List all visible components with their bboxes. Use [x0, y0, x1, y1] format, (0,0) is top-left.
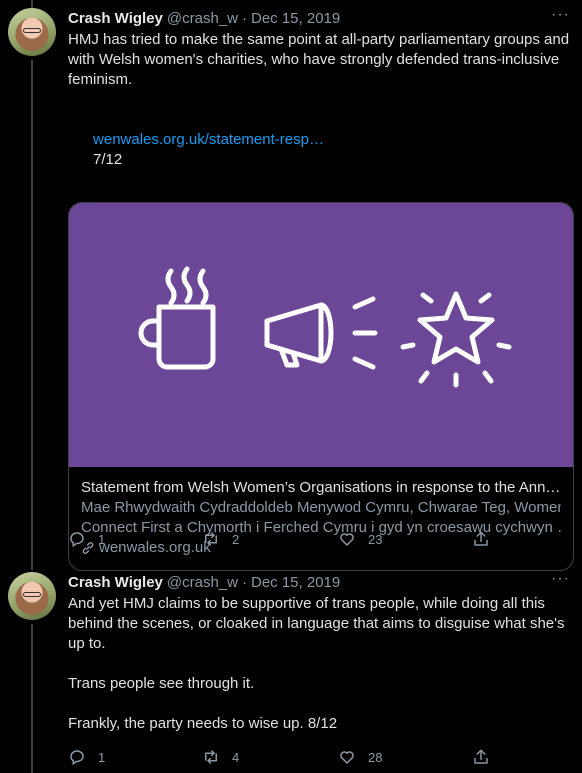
- reply-count: 1: [98, 749, 106, 765]
- like-count: 23: [368, 531, 383, 547]
- reply-count: 1: [98, 531, 106, 547]
- more-options-icon[interactable]: ···: [551, 570, 570, 588]
- author-handle[interactable]: @crash_w: [167, 574, 238, 591]
- tweet-date[interactable]: Dec 15, 2019: [251, 10, 340, 27]
- heart-icon: [340, 533, 354, 546]
- share-icon: [474, 531, 488, 546]
- retweet-count: 4: [232, 749, 240, 765]
- card-title: Statement from Welsh Women’s Organisatio…: [81, 479, 561, 496]
- tweet-text: And yet HMJ claims to be supportive of t…: [68, 595, 565, 732]
- like-button[interactable]: 23: [338, 530, 382, 548]
- thread-counter: 7/12: [93, 151, 123, 168]
- author-name[interactable]: Crash Wigley: [68, 10, 163, 27]
- thread-line: [31, 60, 33, 570]
- retweet-button[interactable]: 2: [202, 530, 239, 548]
- tweet-header: Crash Wigley @crash_w · Dec 15, 2019: [68, 572, 570, 592]
- avatar[interactable]: [8, 572, 56, 620]
- share-button[interactable]: [472, 530, 490, 548]
- star-icon: [417, 291, 495, 365]
- separator: ·: [242, 573, 247, 591]
- more-options-icon[interactable]: ···: [551, 6, 570, 24]
- reply-button[interactable]: 1: [68, 748, 105, 766]
- thread-line: [31, 0, 33, 8]
- author-name[interactable]: Crash Wigley: [68, 574, 163, 591]
- author-handle[interactable]: @crash_w: [167, 10, 238, 27]
- tweet-header: Crash Wigley @crash_w · Dec 15, 2019: [68, 8, 570, 28]
- retweet-icon: [205, 532, 217, 546]
- separator: ·: [242, 9, 247, 27]
- card-illustration: [138, 266, 512, 388]
- card-image: [69, 203, 573, 467]
- like-count: 28: [368, 749, 383, 765]
- tweet-link[interactable]: wenwales.org.uk/statement-resp…: [93, 131, 324, 148]
- tweet-text: HMJ has tried to make the same point at …: [68, 31, 574, 88]
- like-button[interactable]: 28: [338, 748, 382, 766]
- reply-icon: [70, 750, 84, 766]
- thread-line: [31, 624, 33, 773]
- share-icon: [474, 749, 488, 764]
- mug-icon: [156, 304, 216, 370]
- reply-button[interactable]: 1: [68, 530, 105, 548]
- tweet-date[interactable]: Dec 15, 2019: [251, 574, 340, 591]
- retweet-icon: [205, 750, 217, 764]
- reply-icon: [70, 532, 84, 548]
- share-button[interactable]: [472, 748, 490, 766]
- retweet-button[interactable]: 4: [202, 748, 239, 766]
- card-description: Mae Rhwydwaith Cydraddoldeb Menywod Cymr…: [81, 499, 561, 516]
- steam-icon: [165, 268, 177, 306]
- link-card[interactable]: Statement from Welsh Women’s Organisatio…: [68, 202, 574, 571]
- retweet-count: 2: [232, 531, 240, 547]
- heart-icon: [340, 751, 354, 764]
- avatar[interactable]: [8, 8, 56, 56]
